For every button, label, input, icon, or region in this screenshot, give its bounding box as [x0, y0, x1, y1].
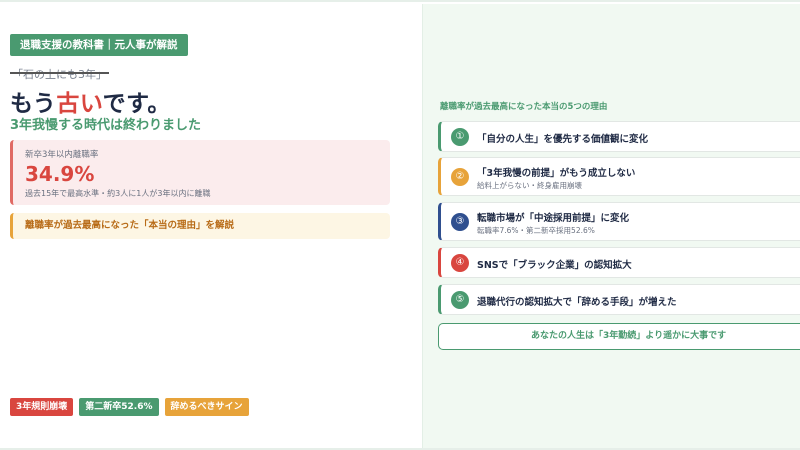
page-title: もう古いです。	[10, 84, 171, 118]
source-badge: 退職支援の教科書｜元人事が解説	[10, 34, 188, 56]
tag-3year-rule: 3年規則崩壊	[10, 398, 74, 416]
number-badge: ①	[451, 128, 469, 146]
reason-title: 退職代行の認知拡大で「辞める手段」が増えた	[477, 297, 677, 308]
stat-note: 過去15年で最高水準・約3人に1人が3年以内に離職	[25, 189, 211, 198]
old-phrase: 「石の上にも3年」	[10, 66, 109, 82]
number-badge: ④	[451, 254, 469, 272]
number-badge: ③	[451, 213, 469, 231]
subheadline: 3年我慢する時代は終わりました	[10, 118, 202, 133]
reason-title: SNSで「ブラック企業」の認知拡大	[477, 260, 632, 271]
tag-second-grad: 第二新卒52.6%	[79, 398, 159, 416]
explanation-banner: 離職率が過去最高になった「本当の理由」を解説	[10, 213, 390, 239]
reason-title: 転職市場が「中途採用前提」に変化	[477, 213, 630, 224]
stat-label: 新卒3年以内離職率	[25, 150, 99, 160]
reason-title: 「自分の人生」を優先する価値観に変化	[477, 134, 649, 145]
turnover-stat-card: 新卒3年以内離職率 34.9% 過去15年で最高水準・約3人に1人が3年以内に離…	[10, 140, 390, 205]
reasons-title: 離職率が過去最高になった本当の5つの理由	[440, 102, 608, 112]
tag-quit-signs: 辞めるべきサイン	[164, 398, 249, 416]
reason-item-5: ⑤ 退職代行の認知拡大で「辞める手段」が増えた	[438, 284, 800, 315]
reason-item-3: ③ 転職市場が「中途採用前提」に変化 転職率7.6%・第二新卒採用52.6%	[438, 202, 800, 241]
reason-item-2: ② 「3年我慢の前提」がもう成立しない 給料上がらない・終身雇用崩壊	[438, 157, 800, 196]
reason-title: 「3年我慢の前提」がもう成立しない	[477, 168, 636, 179]
number-badge: ⑤	[451, 291, 469, 309]
old-phrase-text: 「石の上にも3年」	[12, 68, 107, 81]
conclusion-box: あなたの人生は「3年勤続」より遥かに大事です	[438, 323, 800, 350]
tag-list: 3年規則崩壊 第二新卒52.6% 辞めるべきサイン	[10, 398, 249, 416]
reason-item-1: ① 「自分の人生」を優先する価値観に変化	[438, 121, 800, 152]
reason-subtext: 転職率7.6%・第二新卒採用52.6%	[477, 226, 595, 235]
reason-subtext: 給料上がらない・終身雇用崩壊	[477, 181, 582, 190]
reason-item-4: ④ SNSで「ブラック企業」の認知拡大	[438, 247, 800, 278]
number-badge: ②	[451, 168, 469, 186]
strikethrough-line	[10, 72, 109, 74]
stat-value: 34.9%	[25, 162, 95, 186]
